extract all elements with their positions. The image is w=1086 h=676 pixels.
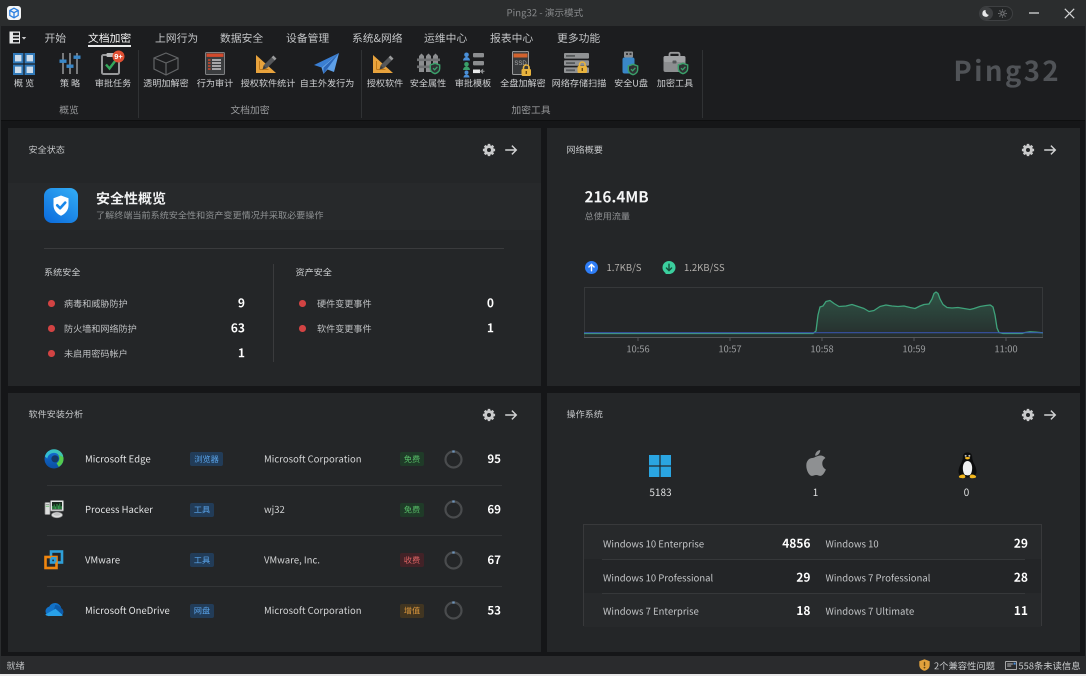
svg-text:SSD: SSD xyxy=(514,61,527,67)
svg-text:9+: 9+ xyxy=(114,52,123,61)
